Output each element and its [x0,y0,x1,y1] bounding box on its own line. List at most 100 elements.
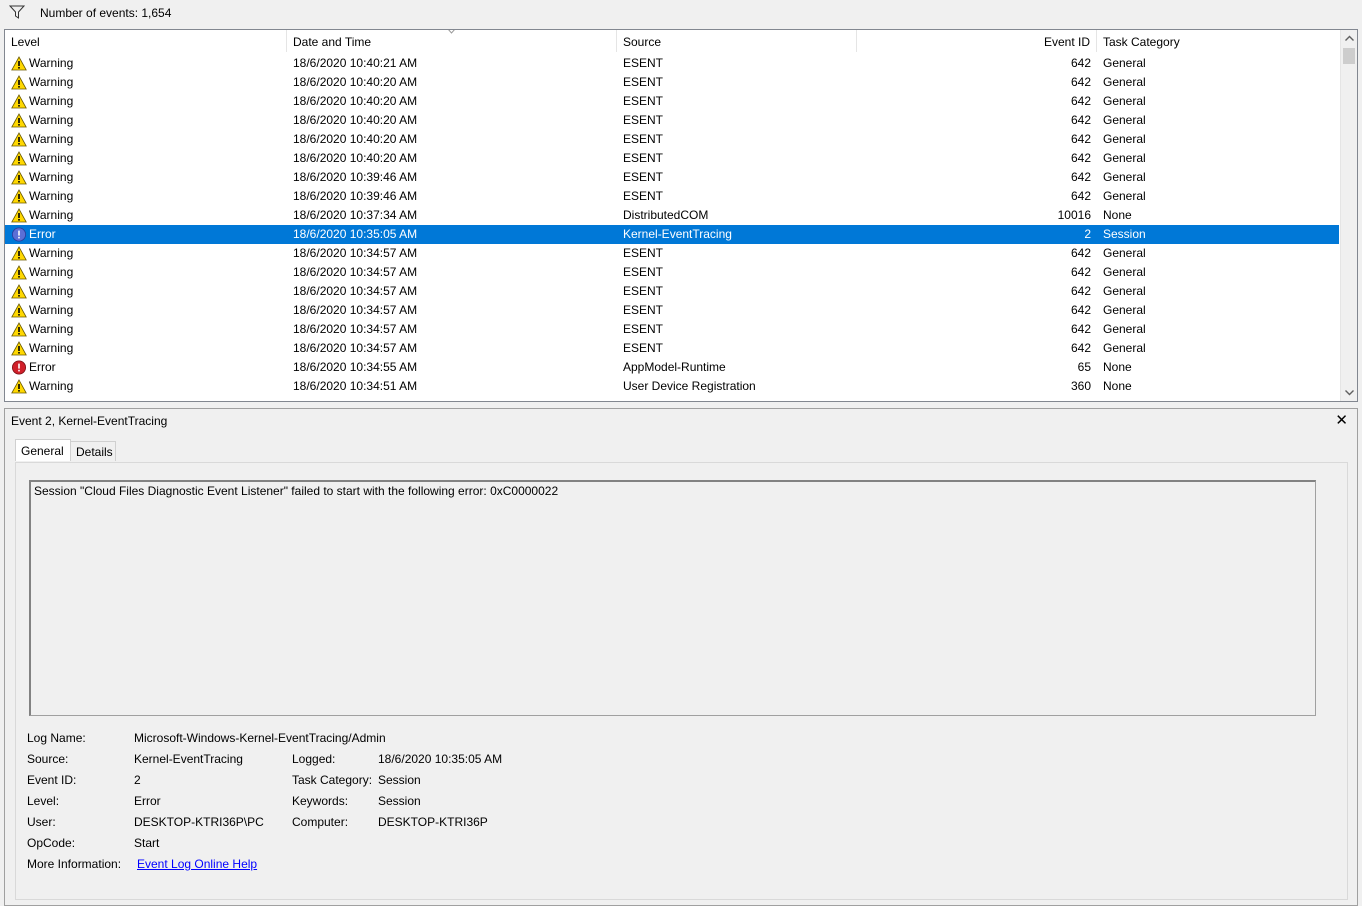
level-text: Warning [29,94,74,108]
table-row[interactable]: Warning 18/6/2020 10:39:46 AM ESENT 642 Gene… [5,168,1339,187]
table-row[interactable]: Warning 18/6/2020 10:34:57 AM ESENT 642 Gene… [5,244,1339,263]
warning-icon [11,94,27,109]
table-row[interactable]: Warning 18/6/2020 10:37:34 AM DistributedC… [5,206,1339,225]
scroll-thumb[interactable] [1343,48,1355,64]
value-keywords: Session [378,794,421,808]
table-row[interactable]: Warning 18/6/2020 10:34:51 AM User Device … [5,377,1339,396]
event-detail-pane: Event 2, Kernel-EventTracing ✕ General D… [4,408,1358,906]
table-row[interactable]: Warning 18/6/2020 10:40:20 AM ESENT 642 Gene… [5,149,1339,168]
list-scrollbar[interactable] [1340,30,1358,401]
cell-task-category: General [1103,132,1146,146]
label-event-id: Event ID: [27,773,77,787]
close-icon[interactable]: ✕ [1335,411,1348,429]
warning-icon [11,170,27,185]
level-text: Warning [29,132,74,146]
table-row[interactable]: Warning 18/6/2020 10:40:20 AM ESENT 642 Gene… [5,73,1339,92]
cell-task-category: General [1103,170,1146,184]
value-source: Kernel-EventTracing [134,752,243,766]
cell-source: ESENT [623,94,664,108]
table-row[interactable]: Warning 18/6/2020 10:40:20 AM ESENT 642 Gene… [5,130,1339,149]
cell-task-category: None [1103,208,1132,222]
cell-event-id: 642 [1070,303,1091,317]
cell-date-time: 18/6/2020 10:40:20 AM [293,94,418,108]
event-list[interactable]: Level Date and Time Source Event ID Task… [4,29,1358,402]
tab-general[interactable]: General [15,439,71,461]
table-row[interactable]: Warning 18/6/2020 10:34:57 AM ESENT 642 Gene… [5,320,1339,339]
value-task-category: Session [378,773,421,787]
label-user: User: [27,815,56,829]
cell-event-id: 642 [1070,75,1091,89]
event-count: Number of events: 1,654 [40,6,172,20]
scroll-down-icon[interactable] [1341,384,1358,401]
error-icon [12,360,26,375]
cell-event-id: 642 [1070,113,1091,127]
column-task-category[interactable]: Task Category [1097,30,1339,52]
value-logged: 18/6/2020 10:35:05 AM [378,752,503,766]
level-text: Warning [29,113,74,127]
cell-source: ESENT [623,151,664,165]
cell-event-id: 642 [1070,94,1091,108]
cell-date-time: 18/6/2020 10:34:57 AM [293,265,418,279]
cell-date-time: 18/6/2020 10:34:57 AM [293,322,418,336]
warning-icon [11,56,27,71]
level-text: Warning [29,341,74,355]
cell-event-id: 65 [1077,360,1091,374]
cell-task-category: General [1103,265,1146,279]
table-row[interactable]: Warning 18/6/2020 10:40:20 AM ESENT 642 Gene… [5,111,1339,130]
level-text: Warning [29,56,74,70]
cell-event-id: 642 [1070,189,1091,203]
cell-task-category: General [1103,75,1146,89]
event-message[interactable]: Session "Cloud Files Diagnostic Event Li… [29,480,1316,716]
table-row[interactable]: Error 18/6/2020 10:35:05 AM Kernel-EventTr… [5,225,1339,244]
table-row[interactable]: Warning 18/6/2020 10:39:46 AM ESENT 642 Gene… [5,187,1339,206]
cell-date-time: 18/6/2020 10:34:57 AM [293,284,418,298]
table-row[interactable]: Warning 18/6/2020 10:34:57 AM ESENT 642 Gene… [5,339,1339,358]
level-text: Warning [29,379,74,393]
level-text: Error [29,360,56,374]
warning-icon [11,341,27,356]
cell-date-time: 18/6/2020 10:40:20 AM [293,113,418,127]
table-row[interactable]: Warning 18/6/2020 10:40:20 AM ESENT 642 Gene… [5,92,1339,111]
value-user: DESKTOP-KTRI36P\PC [134,815,264,829]
warning-icon [11,189,27,204]
cell-source: DistributedCOM [623,208,709,222]
warning-icon [11,113,27,128]
warning-icon [11,322,27,337]
cell-date-time: 18/6/2020 10:37:34 AM [293,208,418,222]
warning-icon [11,303,27,318]
cell-date-time: 18/6/2020 10:39:46 AM [293,170,418,184]
cell-source: ESENT [623,322,664,336]
cell-task-category: General [1103,113,1146,127]
event-log-online-help-link[interactable]: Event Log Online Help [137,857,257,871]
column-level[interactable]: Level [5,30,287,52]
column-source[interactable]: Source [617,30,857,52]
cell-source: User Device Registration [623,379,756,393]
warning-icon [11,132,27,147]
scroll-up-icon[interactable] [1341,30,1358,47]
general-tab-content: Session "Cloud Files Diagnostic Event Li… [15,462,1348,900]
warning-icon [11,284,27,299]
cell-source: ESENT [623,265,664,279]
cell-source: ESENT [623,246,664,260]
tab-details[interactable]: Details [70,441,116,461]
table-row[interactable]: Warning 18/6/2020 10:34:57 AM ESENT 642 Gene… [5,282,1339,301]
level-text: Warning [29,284,74,298]
cell-task-category: General [1103,322,1146,336]
table-row[interactable]: Warning 18/6/2020 10:40:21 AM ESENT 642 Gene… [5,54,1339,73]
cell-task-category: General [1103,189,1146,203]
cell-event-id: 642 [1070,56,1091,70]
detail-title: Event 2, Kernel-EventTracing [11,414,168,428]
level-text: Warning [29,151,74,165]
table-row[interactable]: Warning 18/6/2020 10:34:57 AM ESENT 642 Gene… [5,263,1339,282]
column-event-id[interactable]: Event ID [857,30,1097,52]
error-icon [12,227,26,242]
table-row[interactable]: Error 18/6/2020 10:34:55 AM AppModel-Runti… [5,358,1339,377]
cell-source: ESENT [623,113,664,127]
table-row[interactable]: Warning 18/6/2020 10:34:57 AM ESENT 642 Gene… [5,301,1339,320]
cell-date-time: 18/6/2020 10:34:57 AM [293,341,418,355]
cell-source: ESENT [623,341,664,355]
level-text: Warning [29,303,74,317]
cell-date-time: 18/6/2020 10:34:57 AM [293,246,418,260]
label-log-name: Log Name: [27,731,86,745]
cell-event-id: 2 [1084,227,1091,241]
